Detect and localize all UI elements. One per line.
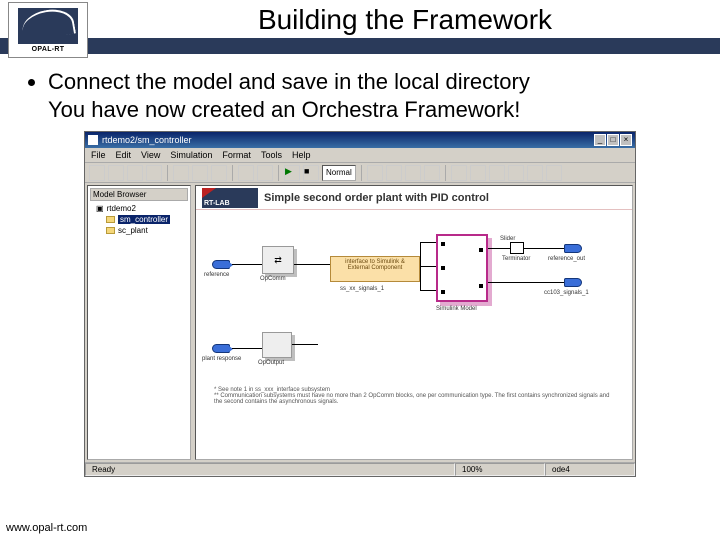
toolbar-btn-j[interactable]: [546, 165, 562, 181]
menu-help[interactable]: Help: [292, 150, 311, 160]
inport-plant-response[interactable]: [212, 344, 230, 353]
bullet-1: Connect the model and save in the local …: [48, 68, 696, 96]
note-2: ** Communication subsystems must have no…: [214, 393, 618, 405]
status-solver: ode4: [545, 463, 635, 476]
minimize-button[interactable]: _: [594, 134, 606, 146]
diagram-header: RT-LAB Simple second order plant with PI…: [196, 186, 632, 210]
window-titlebar[interactable]: rtdemo2/sm_controller _ □ ×: [85, 132, 635, 148]
inport-reference-label: reference: [204, 272, 229, 278]
tree-item-label: sc_plant: [118, 226, 148, 235]
outport-cc103[interactable]: [564, 278, 582, 287]
block-diagram[interactable]: reference ⇄ OpComm interface to Simulink…: [200, 216, 628, 411]
toolbar-new-icon[interactable]: [89, 165, 105, 181]
footer-url: www.opal-rt.com: [6, 522, 87, 534]
subsystem-block[interactable]: [436, 234, 488, 302]
opcomm-block[interactable]: ⇄: [262, 246, 294, 274]
outport-reference-out[interactable]: [564, 244, 582, 253]
simulink-model-label: Simulink Model: [436, 306, 477, 312]
toolbar-play-icon[interactable]: ▶: [284, 165, 300, 181]
logo-text: OPAL-RT: [32, 46, 65, 53]
menu-file[interactable]: File: [91, 150, 106, 160]
toolbar-btn-a[interactable]: [367, 165, 383, 181]
toolbar-btn-i[interactable]: [527, 165, 543, 181]
bullet-2: You have now created an Orchestra Framew…: [48, 96, 696, 124]
toolbar-btn-h[interactable]: [508, 165, 524, 181]
window-title: rtdemo2/sm_controller: [102, 135, 192, 145]
diagram-notes: * See note 1 in ss_xxx_interface subsyst…: [214, 387, 618, 405]
opoutput-label: OpOutput: [258, 360, 284, 366]
maximize-button[interactable]: □: [607, 134, 619, 146]
menu-edit[interactable]: Edit: [116, 150, 132, 160]
menu-simulation[interactable]: Simulation: [170, 150, 212, 160]
toolbar-btn-g[interactable]: [489, 165, 505, 181]
opcomm-label: OpComm: [260, 276, 286, 282]
tree-root[interactable]: ▣ rtdemo2: [90, 203, 188, 214]
diagram-canvas[interactable]: RT-LAB Simple second order plant with PI…: [195, 185, 633, 460]
toolbar-btn-f[interactable]: [470, 165, 486, 181]
tree-root-label: rtdemo2: [107, 204, 136, 213]
outport-cc103-label: cc103_signals_1: [544, 290, 589, 296]
toolbar-copy-icon[interactable]: [192, 165, 208, 181]
close-button[interactable]: ×: [620, 134, 632, 146]
opal-rt-logo: OPAL-RT: [8, 2, 88, 58]
inport-reference[interactable]: [212, 260, 230, 269]
external-connector-block[interactable]: interface to Simulink & External Compone…: [330, 256, 420, 282]
folder-icon: [106, 227, 115, 234]
tree-item-sm-controller[interactable]: sm_controller: [90, 214, 188, 225]
model-browser-title: Model Browser: [90, 188, 188, 201]
signals-label: ss_xx_signals_1: [340, 286, 384, 292]
plant-resp-label: plant response: [202, 356, 241, 362]
rtlab-logo: RT-LAB: [202, 188, 258, 208]
toolbar-redo-icon[interactable]: [257, 165, 273, 181]
toolbar-btn-b[interactable]: [386, 165, 402, 181]
folder-icon: [106, 216, 115, 223]
status-bar: Ready 100% ode4: [85, 462, 635, 476]
status-zoom: 100%: [455, 463, 545, 476]
simulation-mode-dropdown[interactable]: Normal: [322, 165, 356, 181]
opoutput-block[interactable]: [262, 332, 292, 358]
slide-title: Building the Framework: [100, 4, 710, 36]
menu-tools[interactable]: Tools: [261, 150, 282, 160]
toolbar-stop-icon[interactable]: ■: [303, 165, 319, 181]
tree-item-label: sm_controller: [118, 215, 170, 224]
menu-format[interactable]: Format: [222, 150, 251, 160]
toolbar-open-icon[interactable]: [108, 165, 124, 181]
menu-view[interactable]: View: [141, 150, 160, 160]
title-bar: OPAL-RT Building the Framework: [0, 0, 720, 54]
simulink-window: rtdemo2/sm_controller _ □ × File Edit Vi…: [84, 131, 636, 477]
bullet-list: Connect the model and save in the local …: [30, 68, 696, 123]
outport-ref-label: reference_out: [548, 256, 585, 262]
menu-bar: File Edit View Simulation Format Tools H…: [85, 148, 635, 163]
status-ready: Ready: [85, 463, 455, 476]
terminator-block[interactable]: [510, 242, 524, 254]
toolbar: ▶ ■ Normal: [85, 163, 635, 183]
tree-item-sc-plant[interactable]: sc_plant: [90, 225, 188, 236]
toolbar-print-icon[interactable]: [146, 165, 162, 181]
ext-conn-line2: External Component: [333, 265, 417, 271]
toolbar-btn-d[interactable]: [424, 165, 440, 181]
toolbar-paste-icon[interactable]: [211, 165, 227, 181]
toolbar-btn-c[interactable]: [405, 165, 421, 181]
diagram-title: Simple second order plant with PID contr…: [264, 192, 489, 204]
toolbar-save-icon[interactable]: [127, 165, 143, 181]
toolbar-btn-e[interactable]: [451, 165, 467, 181]
terminator-label: Terminator: [502, 256, 530, 262]
model-browser-panel: Model Browser ▣ rtdemo2 sm_controller sc…: [87, 185, 191, 460]
app-icon: [88, 135, 98, 145]
toolbar-cut-icon[interactable]: [173, 165, 189, 181]
toolbar-undo-icon[interactable]: [238, 165, 254, 181]
